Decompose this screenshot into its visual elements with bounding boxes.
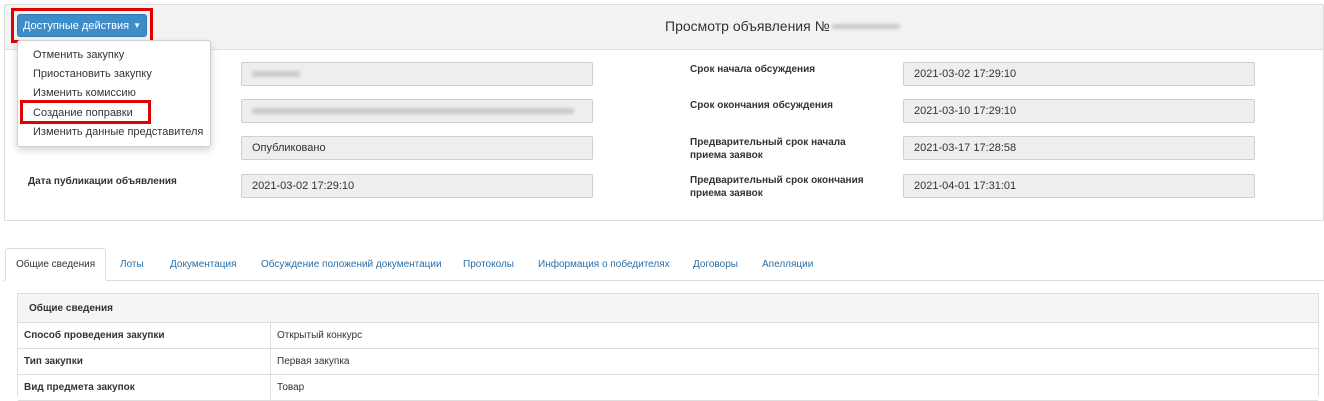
row-value: Товар: [277, 382, 305, 393]
table-row: Способ проведения закупки Открытый конку…: [18, 323, 1318, 349]
bids-end-field: 2021-04-01 17:31:01: [903, 174, 1255, 198]
publication-date-label: Дата публикации объявления: [28, 176, 177, 187]
tab-general-info[interactable]: Общие сведения: [5, 248, 107, 281]
status-field: Опубликовано: [241, 136, 593, 160]
tabs-bar: Общие сведения Лоты Документация Обсужде…: [4, 248, 1324, 281]
bids-start-label: Предварительный срок начала приема заяво…: [690, 137, 846, 161]
tab-contracts[interactable]: Договоры: [693, 248, 738, 280]
row-key: Вид предмета закупок: [18, 375, 271, 400]
general-info-heading: Общие сведения: [18, 294, 1318, 323]
discussion-end-field: 2021-03-10 17:29:10: [903, 99, 1255, 123]
row-key: Способ проведения закупки: [18, 323, 271, 348]
page-title-text: Просмотр объявления №: [665, 18, 830, 34]
tab-documentation-discussion[interactable]: Обсуждение положений документации: [261, 248, 442, 280]
row-key: Тип закупки: [18, 349, 271, 374]
bids-end-label: Предварительный срок окончания приема за…: [690, 175, 864, 199]
tab-appeals[interactable]: Апелляции: [762, 248, 813, 280]
discussion-end-label: Срок окончания обсуждения: [690, 100, 833, 111]
tab-documentation[interactable]: Документация: [170, 248, 237, 280]
menu-item-change-commission[interactable]: Изменить комиссию: [33, 87, 136, 99]
table-row: Вид предмета закупок Товар: [18, 375, 1318, 401]
menu-item-change-representative[interactable]: Изменить данные представителя: [33, 126, 203, 138]
table-row: Тип закупки Первая закупка: [18, 349, 1318, 375]
tab-lots[interactable]: Лоты: [120, 248, 144, 280]
announcement-name-field: [241, 99, 593, 123]
redacted-value: [252, 108, 574, 114]
announcement-number-field: [241, 62, 593, 86]
available-actions-label: Доступные действия: [22, 19, 130, 32]
tab-protocols[interactable]: Протоколы: [463, 248, 514, 280]
discussion-start-label: Срок начала обсуждения: [690, 64, 816, 75]
caret-down-icon: ▼: [133, 21, 142, 30]
publication-date-field: 2021-03-02 17:29:10: [241, 174, 593, 198]
menu-item-cancel-purchase[interactable]: Отменить закупку: [33, 49, 124, 61]
available-actions-button[interactable]: Доступные действия ▼: [17, 14, 147, 37]
row-value: Открытый конкурс: [277, 330, 363, 341]
actions-dropdown-menu: Отменить закупку Приостановить закупку И…: [17, 40, 211, 147]
discussion-start-field: 2021-03-02 17:29:10: [903, 62, 1255, 86]
menu-item-suspend-purchase[interactable]: Приостановить закупку: [33, 68, 152, 80]
redacted-announcement-number: [831, 23, 900, 29]
bids-start-field: 2021-03-17 17:28:58: [903, 136, 1255, 160]
tab-winners-info[interactable]: Информация о победителях: [538, 248, 670, 280]
general-info-table: Общие сведения Способ проведения закупки…: [17, 293, 1319, 401]
menu-item-create-amendment[interactable]: Создание поправки: [33, 107, 133, 119]
row-value: Первая закупка: [277, 356, 350, 367]
page-title: Просмотр объявления №: [665, 18, 900, 34]
redacted-value: [252, 71, 300, 77]
